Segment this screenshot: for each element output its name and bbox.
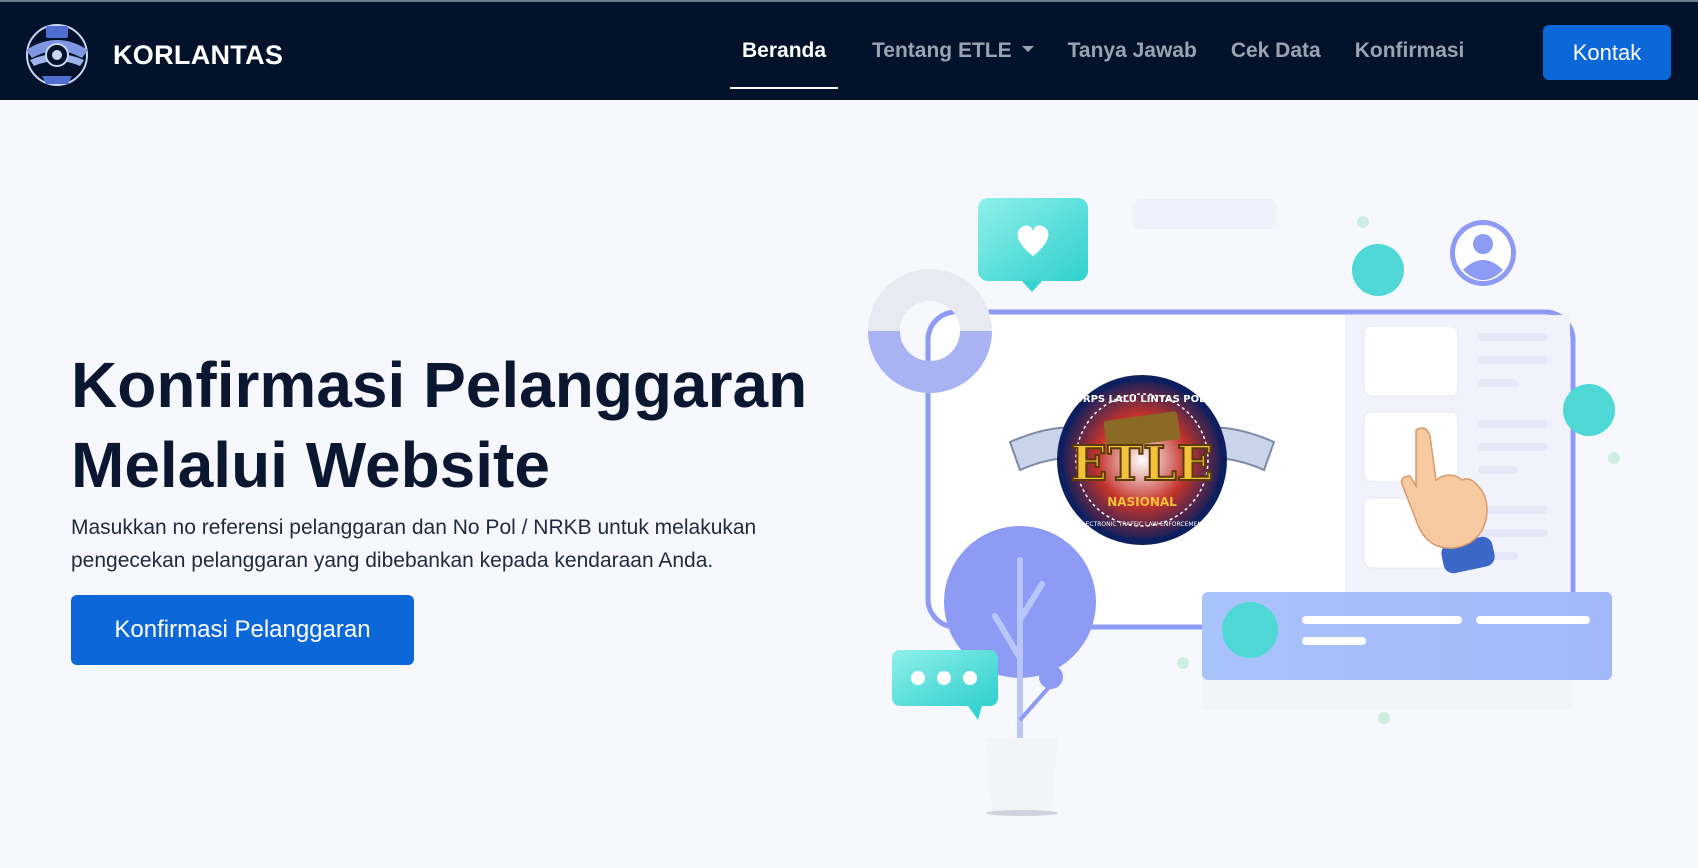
- hero-title-line2: Melalui Website: [71, 429, 550, 501]
- etle-top-text: KORPS LALU LINTAS POLRI: [1067, 394, 1217, 405]
- hero-description: Masukkan no referensi pelanggaran dan No…: [71, 516, 757, 572]
- plant-pot: [986, 738, 1058, 812]
- contact-button[interactable]: Kontak: [1543, 25, 1671, 80]
- hero-title-line1: Konfirmasi Pelanggaran: [71, 349, 808, 421]
- dot-decor: [1608, 452, 1620, 464]
- brand-name: KORLANTAS: [113, 39, 284, 70]
- panel-avatar: [1222, 602, 1278, 658]
- etle-sub-text: NASIONAL: [1107, 495, 1177, 509]
- dot-decor: [1357, 216, 1369, 228]
- confirm-violation-button[interactable]: Konfirmasi Pelanggaran: [71, 595, 414, 665]
- nav-link-beranda[interactable]: Beranda: [730, 39, 839, 89]
- hero-illustration: KORPS LALU LINTAS POLRI ETLE NASIONAL EL…: [763, 180, 1630, 820]
- dot-decor: [1177, 657, 1189, 669]
- chevron-down-icon: [1021, 46, 1034, 53]
- nav-link-konfirmasi[interactable]: Konfirmasi: [1355, 39, 1465, 63]
- illustration-svg: KORPS LALU LINTAS POLRI ETLE NASIONAL EL…: [763, 198, 1620, 816]
- brand[interactable]: KORLANTAS: [22, 20, 283, 90]
- sidebar-card: [1363, 411, 1459, 483]
- hero-title: Konfirmasi Pelanggaran Melalui Website: [71, 345, 831, 505]
- nav-links: Beranda Tentang ETLE Tanya Jawab Cek Dat…: [730, 2, 1498, 100]
- nav-link-tentang-etle-label: Tentang ETLE: [872, 39, 1012, 62]
- dot-decor: [1378, 712, 1390, 724]
- etle-bottom-text: ELECTRONIC TRAFFIC LAW ENFORCEMENT: [1078, 521, 1205, 528]
- placeholder-pill: [1133, 199, 1277, 229]
- sidebar-card: [1363, 325, 1459, 397]
- korlantas-logo-icon: [26, 24, 88, 86]
- teal-ball: [1563, 384, 1615, 436]
- nav-link-tentang-etle[interactable]: Tentang ETLE: [872, 39, 1034, 63]
- navbar: KORLANTAS Beranda Tentang ETLE Tanya Jaw…: [0, 0, 1698, 100]
- nav-link-tanya-jawab[interactable]: Tanya Jawab: [1068, 39, 1197, 63]
- nav-link-cek-data[interactable]: Cek Data: [1231, 39, 1321, 63]
- etle-main-text: ETLE: [1071, 436, 1214, 492]
- teal-ball: [1352, 244, 1404, 296]
